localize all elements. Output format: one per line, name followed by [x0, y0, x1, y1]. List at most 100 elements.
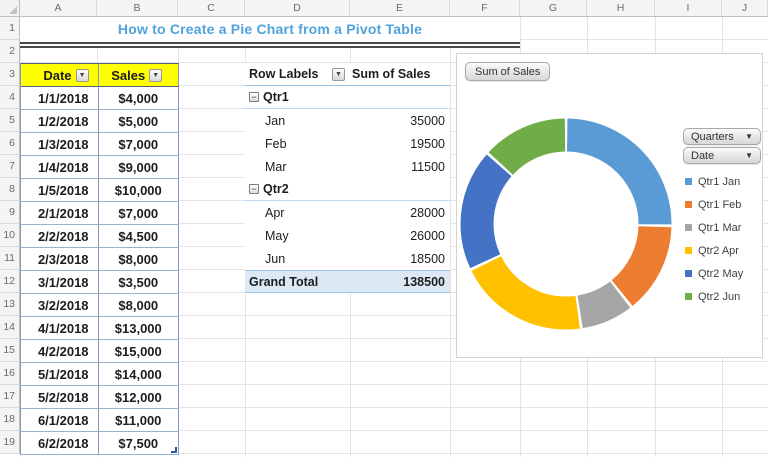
sales-cell[interactable]: $11,000 — [98, 409, 179, 432]
pivot-value[interactable]: 138500 — [350, 275, 450, 289]
collapse-icon[interactable]: − — [249, 92, 259, 102]
row-header-14[interactable]: 14 — [0, 316, 20, 339]
row-labels-header[interactable]: Row Labels — [249, 67, 318, 81]
row-header-15[interactable]: 15 — [0, 339, 20, 362]
pivot-label[interactable]: Grand Total — [249, 275, 318, 289]
column-header-a[interactable]: A — [20, 0, 97, 16]
row-header-13[interactable]: 13 — [0, 293, 20, 316]
table-resize-handle[interactable] — [171, 447, 177, 453]
pivot-label[interactable]: Mar — [265, 160, 287, 174]
date-cell[interactable]: 3/2/2018 — [21, 294, 99, 317]
date-cell[interactable]: 2/2/2018 — [21, 225, 99, 248]
row-labels-dropdown-icon[interactable]: ▼ — [332, 67, 345, 81]
sales-cell[interactable]: $15,000 — [98, 340, 179, 363]
select-all-corner[interactable] — [0, 0, 20, 16]
collapse-icon[interactable]: − — [249, 184, 259, 194]
date-cell[interactable]: 1/2/2018 — [21, 110, 99, 133]
row-header-10[interactable]: 10 — [0, 224, 20, 247]
row-header-18[interactable]: 18 — [0, 408, 20, 431]
sales-cell[interactable]: $12,000 — [98, 386, 179, 409]
pivot-value[interactable]: 35000 — [350, 114, 450, 128]
sum-of-sales-header[interactable]: Sum of Sales — [350, 67, 450, 81]
donut-chart[interactable] — [458, 116, 674, 332]
row-header-9[interactable]: 9 — [0, 201, 20, 224]
sales-cell[interactable]: $4,500 — [98, 225, 179, 248]
sales-column-header[interactable]: Sales ▼ — [98, 64, 179, 87]
sales-cell[interactable]: $9,000 — [98, 156, 179, 179]
date-cell[interactable]: 4/2/2018 — [21, 340, 99, 363]
pivot-value[interactable]: 26000 — [350, 229, 450, 243]
date-field-button[interactable]: Date ▼ — [683, 147, 761, 164]
filter-dropdown-icon[interactable]: ▼ — [75, 68, 89, 82]
date-cell[interactable]: 2/1/2018 — [21, 202, 99, 225]
sales-cell[interactable]: $7,000 — [98, 202, 179, 225]
row-header-17[interactable]: 17 — [0, 385, 20, 408]
row-header-6[interactable]: 6 — [0, 132, 20, 155]
legend-item-qtr2-may[interactable]: Qtr2 May — [685, 262, 743, 285]
legend-item-qtr1-feb[interactable]: Qtr1 Feb — [685, 193, 743, 216]
date-cell[interactable]: 5/1/2018 — [21, 363, 99, 386]
column-header-f[interactable]: F — [450, 0, 520, 16]
pivot-label[interactable]: Jun — [265, 252, 285, 266]
pivot-value[interactable]: 28000 — [350, 206, 450, 220]
table-header-row: Date ▼ Sales ▼ — [21, 64, 179, 87]
row-header-7[interactable]: 7 — [0, 155, 20, 178]
sales-cell[interactable]: $14,000 — [98, 363, 179, 386]
sales-cell[interactable]: $13,000 — [98, 317, 179, 340]
filter-dropdown-icon[interactable]: ▼ — [149, 68, 163, 82]
row-header-19[interactable]: 19 — [0, 431, 20, 454]
column-header-d[interactable]: D — [245, 0, 350, 16]
legend-item-qtr2-jun[interactable]: Qtr2 Jun — [685, 285, 743, 308]
row-header-3[interactable]: 3 — [0, 63, 20, 86]
sales-cell[interactable]: $7,500 — [98, 432, 179, 455]
date-cell[interactable]: 6/1/2018 — [21, 409, 99, 432]
legend-item-qtr2-apr[interactable]: Qtr2 Apr — [685, 239, 743, 262]
column-header-c[interactable]: C — [178, 0, 245, 16]
sales-cell[interactable]: $5,000 — [98, 110, 179, 133]
row-header-4[interactable]: 4 — [0, 86, 20, 109]
row-header-8[interactable]: 8 — [0, 178, 20, 201]
date-cell[interactable]: 1/5/2018 — [21, 179, 99, 202]
column-header-e[interactable]: E — [350, 0, 450, 16]
sales-cell[interactable]: $7,000 — [98, 133, 179, 156]
date-cell[interactable]: 3/1/2018 — [21, 271, 99, 294]
sales-cell[interactable]: $4,000 — [98, 87, 179, 110]
row-header-1[interactable]: 1 — [0, 17, 20, 40]
pivot-value[interactable]: 19500 — [350, 137, 450, 151]
date-column-header[interactable]: Date ▼ — [21, 64, 99, 87]
pivot-value[interactable]: 18500 — [350, 252, 450, 266]
sales-cell[interactable]: $8,000 — [98, 294, 179, 317]
date-cell[interactable]: 6/2/2018 — [21, 432, 99, 455]
pivot-label[interactable]: May — [265, 229, 289, 243]
legend-item-qtr1-mar[interactable]: Qtr1 Mar — [685, 216, 743, 239]
date-cell[interactable]: 1/4/2018 — [21, 156, 99, 179]
pivot-label[interactable]: Qtr2 — [263, 182, 289, 196]
row-header-16[interactable]: 16 — [0, 362, 20, 385]
row-header-12[interactable]: 12 — [0, 270, 20, 293]
pivot-label[interactable]: Feb — [265, 137, 287, 151]
date-cell[interactable]: 5/2/2018 — [21, 386, 99, 409]
pivot-chart-area[interactable]: Sum of Sales Quarters ▼ Date ▼ Qtr1 Jan Q… — [456, 53, 763, 358]
sales-cell[interactable]: $3,500 — [98, 271, 179, 294]
date-cell[interactable]: 2/3/2018 — [21, 248, 99, 271]
value-field-button[interactable]: Sum of Sales — [465, 62, 551, 81]
column-header-j[interactable]: J — [722, 0, 768, 16]
sales-cell[interactable]: $10,000 — [98, 179, 179, 202]
row-header-5[interactable]: 5 — [0, 109, 20, 132]
column-header-g[interactable]: G — [520, 0, 587, 16]
date-cell[interactable]: 1/3/2018 — [21, 133, 99, 156]
quarters-field-button[interactable]: Quarters ▼ — [683, 128, 761, 145]
row-header-11[interactable]: 11 — [0, 247, 20, 270]
pivot-label[interactable]: Apr — [265, 206, 284, 220]
sales-cell[interactable]: $8,000 — [98, 248, 179, 271]
column-header-h[interactable]: H — [587, 0, 655, 16]
pivot-label[interactable]: Jan — [265, 114, 285, 128]
pivot-label[interactable]: Qtr1 — [263, 90, 289, 104]
column-header-b[interactable]: B — [97, 0, 178, 16]
date-cell[interactable]: 1/1/2018 — [21, 87, 99, 110]
column-header-i[interactable]: I — [655, 0, 722, 16]
row-header-2[interactable]: 2 — [0, 40, 20, 63]
legend-item-qtr1-jan[interactable]: Qtr1 Jan — [685, 170, 743, 193]
date-cell[interactable]: 4/1/2018 — [21, 317, 99, 340]
pivot-value[interactable]: 11500 — [350, 160, 450, 174]
